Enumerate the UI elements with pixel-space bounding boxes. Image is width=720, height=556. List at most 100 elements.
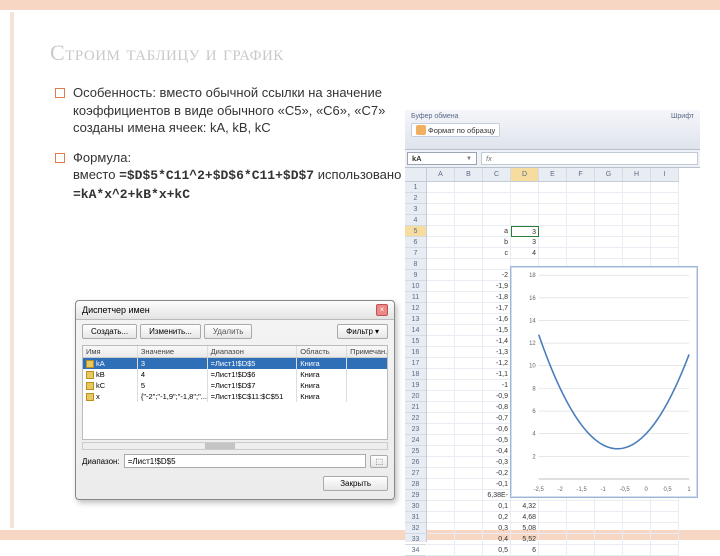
cell[interactable] [651,501,679,512]
cell[interactable] [427,292,455,303]
cell[interactable] [567,545,595,556]
cell[interactable] [511,215,539,226]
table-row[interactable]: kA3=Лист1!$D$5Книга [83,358,387,369]
cell[interactable]: -0,5 [483,435,511,446]
cell[interactable]: -2 [483,270,511,281]
cell[interactable] [595,193,623,204]
cell[interactable] [427,402,455,413]
row-header[interactable]: 8 [405,259,426,270]
cell[interactable] [455,204,483,215]
cell[interactable] [455,314,483,325]
row-header[interactable]: 32 [405,523,426,534]
cell[interactable] [455,347,483,358]
cell[interactable] [539,182,567,193]
formula-input[interactable]: fx [481,152,698,165]
cell[interactable] [595,523,623,534]
cell[interactable] [651,193,679,204]
cell[interactable]: -1,3 [483,347,511,358]
cell[interactable] [623,193,651,204]
edit-button[interactable]: Изменить... [140,324,201,339]
cell[interactable] [455,468,483,479]
col-header[interactable]: D [511,168,539,181]
reference-input[interactable] [124,454,367,468]
close-icon[interactable]: × [376,304,388,316]
cell[interactable] [651,215,679,226]
cell[interactable] [427,413,455,424]
cell[interactable]: 3 [511,226,539,237]
create-button[interactable]: Создать... [82,324,137,339]
cell[interactable] [567,248,595,259]
cell[interactable] [623,226,651,237]
cell[interactable] [427,490,455,501]
cell[interactable] [539,248,567,259]
row-header[interactable]: 6 [405,237,426,248]
row-header[interactable]: 34 [405,545,426,556]
cell[interactable] [539,226,567,237]
col-header[interactable]: E [539,168,567,181]
cell[interactable] [427,226,455,237]
row-header[interactable]: 17 [405,358,426,369]
col-header[interactable]: H [623,168,651,181]
cell[interactable]: -0,9 [483,391,511,402]
row-header[interactable]: 26 [405,457,426,468]
cell[interactable] [455,545,483,556]
col-header[interactable]: G [595,168,623,181]
cell[interactable] [623,248,651,259]
cell[interactable] [455,182,483,193]
cell[interactable] [595,545,623,556]
cell[interactable]: 4,32 [511,501,539,512]
row-header[interactable]: 16 [405,347,426,358]
cell[interactable] [623,512,651,523]
cell[interactable] [623,545,651,556]
cell[interactable] [427,314,455,325]
cell[interactable] [595,226,623,237]
row-header[interactable]: 10 [405,281,426,292]
cell[interactable] [651,226,679,237]
filter-button[interactable]: Фильтр ▾ [337,324,388,339]
cell[interactable]: c [483,248,511,259]
cell[interactable] [539,545,567,556]
delete-button[interactable]: Удалить [204,324,253,339]
cell[interactable] [427,446,455,457]
row-header[interactable]: 25 [405,446,426,457]
cell[interactable] [539,512,567,523]
cell[interactable] [567,215,595,226]
cell[interactable] [567,182,595,193]
hdr-name[interactable]: Имя [83,346,138,357]
row-header[interactable]: 27 [405,468,426,479]
cell[interactable] [427,215,455,226]
table-row[interactable]: x{"-2";"-1,9";"-1,8";"...=Лист1!$C$11:$C… [83,391,387,402]
cell[interactable] [455,402,483,413]
row-header[interactable]: 3 [405,204,426,215]
cell[interactable] [539,237,567,248]
cell[interactable]: -0,1 [483,479,511,490]
row-header[interactable]: 11 [405,292,426,303]
cell[interactable] [511,182,539,193]
cell[interactable] [427,501,455,512]
hdr-note[interactable]: Примечан... [347,346,387,357]
cell[interactable] [455,413,483,424]
cell[interactable]: 5,08 [511,523,539,534]
cell[interactable] [455,215,483,226]
cell[interactable] [427,369,455,380]
cell[interactable] [595,204,623,215]
cell[interactable]: -0,6 [483,424,511,435]
cell[interactable] [427,182,455,193]
cell[interactable] [567,523,595,534]
cell[interactable] [455,457,483,468]
cell[interactable] [623,182,651,193]
select-all-corner[interactable] [405,168,427,182]
cell[interactable] [511,204,539,215]
cell[interactable]: a [483,226,511,237]
cell[interactable] [455,424,483,435]
cell[interactable]: 4,68 [511,512,539,523]
cell[interactable]: -0,3 [483,457,511,468]
cell[interactable] [427,259,455,270]
cell[interactable] [455,259,483,270]
cell[interactable] [539,523,567,534]
cell[interactable]: -0,7 [483,413,511,424]
dialog-hscroll[interactable] [82,442,388,450]
scroll-thumb[interactable] [205,443,235,449]
close-button[interactable]: Закрыть [323,476,388,491]
row-header[interactable]: 14 [405,325,426,336]
